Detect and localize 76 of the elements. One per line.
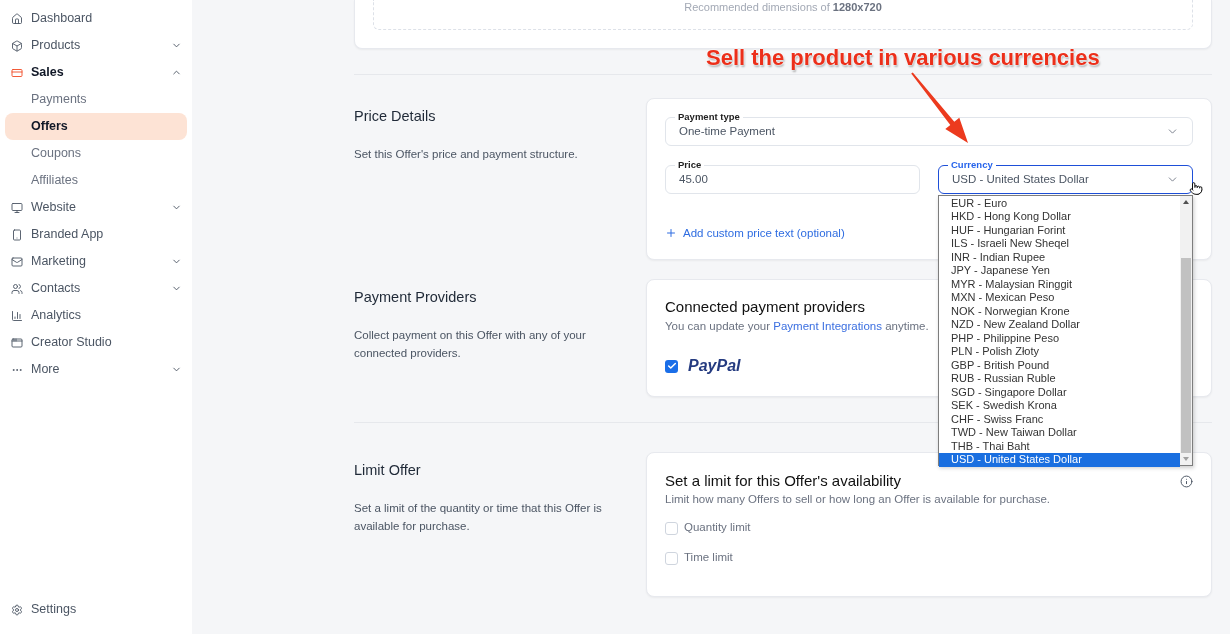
add-price-text-link[interactable]: Add custom price text (optional)	[665, 226, 845, 240]
dropdown-option[interactable]: NZD - New Zealand Dollar	[939, 318, 1180, 332]
dropdown-option[interactable]: HKD - Hong Kong Dollar	[939, 210, 1180, 224]
scrollbar-thumb[interactable]	[1181, 258, 1191, 453]
sidebar-item[interactable]: Sales	[5, 59, 187, 86]
card-title: Set a limit for this Offer's availability	[665, 472, 901, 490]
caret-up-icon[interactable]	[1183, 200, 1189, 204]
dropdown-option[interactable]: MYR - Malaysian Ringgit	[939, 277, 1180, 291]
sidebar-item[interactable]: Products	[5, 32, 187, 59]
field-label: Currency	[948, 159, 996, 171]
upload-area[interactable]: Recommended dimensions of 1280x720	[373, 0, 1193, 30]
sidebar-item[interactable]: Dashboard	[5, 5, 187, 32]
sidebar-item[interactable]: Branded App	[5, 221, 187, 248]
phone-icon	[11, 228, 23, 241]
section-description: Collect payment on this Offer with any of your connected providers.	[354, 328, 587, 361]
users-icon	[11, 282, 23, 295]
checkbox-label[interactable]: Quantity limit	[684, 519, 751, 537]
integrations-link[interactable]: Payment Integrations	[773, 320, 882, 332]
cube-icon	[11, 39, 23, 52]
info-icon[interactable]	[1180, 474, 1193, 488]
checkbox[interactable]	[665, 521, 678, 535]
dropdown-option[interactable]: NOK - Norwegian Krone	[939, 304, 1180, 318]
card-description: You can update your Payment Integrations anytime.	[665, 319, 929, 333]
caret-down-icon[interactable]	[1183, 457, 1189, 461]
check-icon	[666, 361, 677, 371]
dropdown-option[interactable]: HUF - Hungarian Forint	[939, 223, 1180, 237]
dropdown-option[interactable]: PLN - Polish Złoty	[939, 345, 1180, 359]
section-description: Set this Offer's price and payment structure.	[354, 147, 579, 162]
sidebar-subitem[interactable]: Coupons	[5, 140, 187, 167]
dropdown-option[interactable]: RUB - Russian Ruble	[939, 372, 1180, 386]
section-description: Set a limit of the quantity or time that this Offer is available for purchase.	[354, 501, 603, 534]
field-label: Price	[675, 159, 705, 171]
section-title: Price Details	[354, 107, 436, 125]
dropdown-option[interactable]: ILS - Israeli New Sheqel	[939, 237, 1180, 251]
sidebar-item[interactable]: Marketing	[5, 248, 187, 275]
sidebar-subitem[interactable]: Affiliates	[5, 167, 187, 194]
checkbox[interactable]	[665, 551, 678, 565]
dropdown-option[interactable]: SGD - Singapore Dollar	[939, 385, 1180, 399]
sidebar-item[interactable]: More	[5, 356, 187, 383]
dropdown-option[interactable]: CHF - Swiss Franc	[939, 412, 1180, 426]
dropdown-option[interactable]: JPY - Japanese Yen	[939, 264, 1180, 278]
scrollbar[interactable]	[1180, 196, 1192, 465]
sidebar-item[interactable]: Creator Studio	[5, 329, 187, 356]
bar-chart-icon	[11, 309, 23, 322]
dropdown-option[interactable]: USD - United States Dollar	[939, 453, 1180, 467]
monitor-icon	[11, 201, 23, 214]
sidebar-item[interactable]: Settings	[5, 596, 187, 623]
checkbox-label[interactable]: Time limit	[684, 549, 733, 567]
window-icon	[11, 336, 23, 349]
dropdown-option[interactable]: MXN - Mexican Peso	[939, 291, 1180, 305]
sidebar-item[interactable]: Contacts	[5, 275, 187, 302]
sidebar-subitem[interactable]: Payments	[5, 86, 187, 113]
card-description: Limit how many Offers to sell or how long an Offer is available for purchase.	[665, 492, 1050, 506]
dropdown-option[interactable]: EUR - Euro	[939, 196, 1180, 210]
dropdown-option[interactable]: GBP - British Pound	[939, 358, 1180, 372]
section-title: Payment Providers	[354, 288, 477, 306]
field-label: Payment type	[675, 111, 743, 123]
dropdown-option[interactable]: PHP - Philippine Peso	[939, 331, 1180, 345]
dropdown-option[interactable]: SEK - Swedish Krona	[939, 399, 1180, 413]
sidebar-subitem[interactable]: Offers	[5, 113, 187, 140]
dropdown-option[interactable]: TWD - New Taiwan Dollar	[939, 426, 1180, 440]
section-title: Limit Offer	[354, 461, 421, 479]
upload-hint: Recommended dimensions of 1280x720	[684, 0, 882, 15]
annotation-text: Sell the product in various currencies	[706, 46, 1100, 70]
dropdown-option[interactable]: THB - Thai Baht	[939, 439, 1180, 453]
card-icon	[11, 66, 23, 79]
settings-icon	[11, 603, 23, 616]
sidebar-item[interactable]: Analytics	[5, 302, 187, 329]
plus-icon	[665, 227, 677, 239]
house-icon	[11, 12, 23, 25]
checkbox[interactable]	[665, 359, 678, 373]
dropdown-option[interactable]: INR - Indian Rupee	[939, 250, 1180, 264]
mail-icon	[11, 255, 23, 268]
provider-logo: PayPal	[688, 357, 741, 375]
sidebar-item[interactable]: Website	[5, 194, 187, 221]
card-title: Connected payment providers	[665, 298, 866, 316]
